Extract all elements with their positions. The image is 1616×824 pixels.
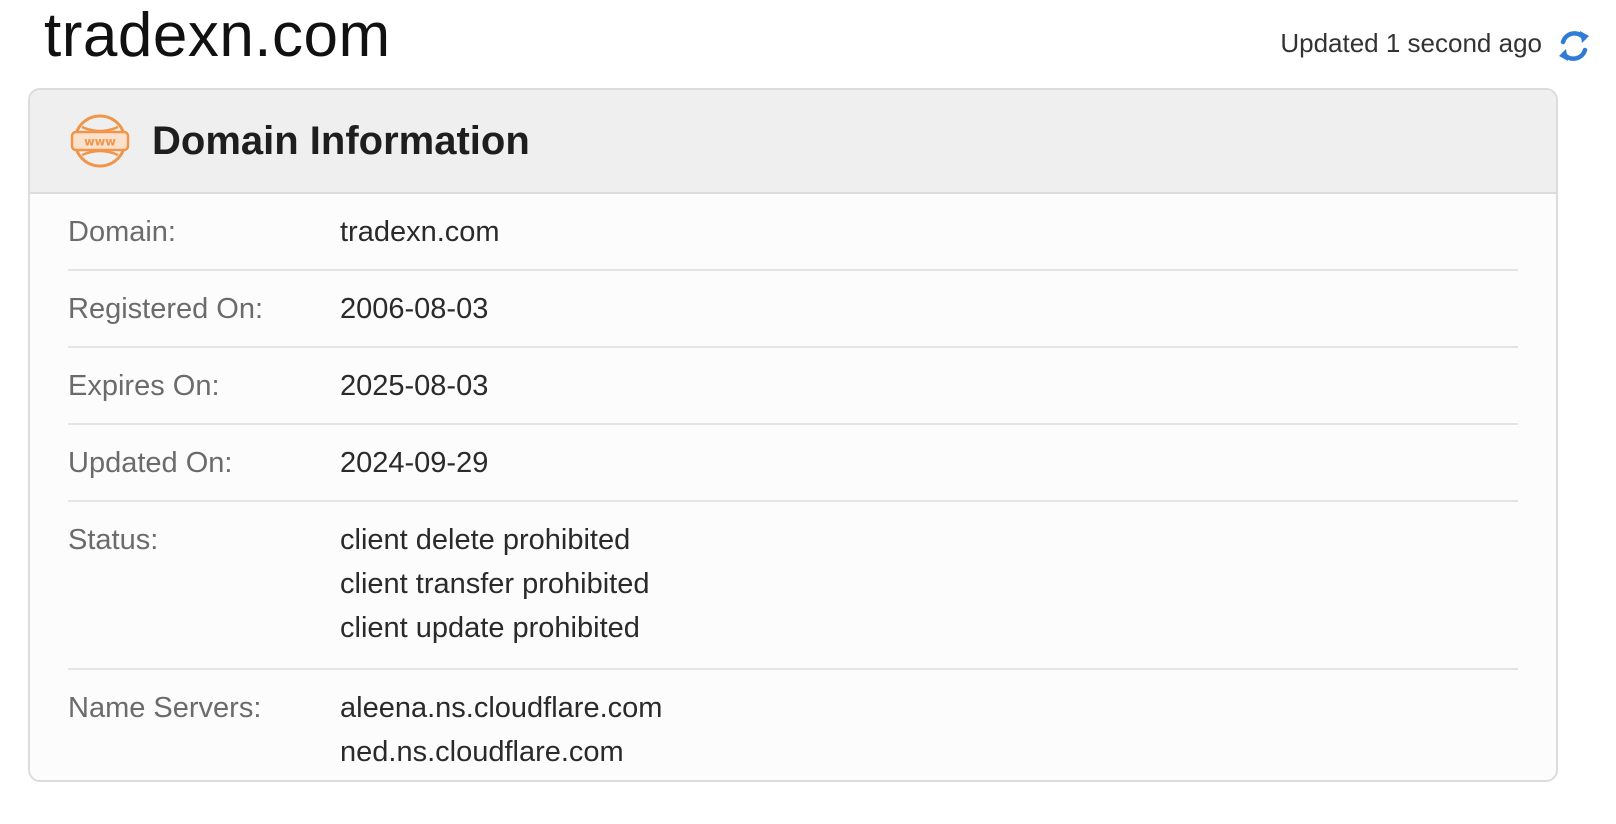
status-values: client delete prohibited client transfer… <box>340 518 650 650</box>
updated-on-row: Updated On: 2024-09-29 <box>68 425 1518 502</box>
domain-value: tradexn.com <box>340 216 500 248</box>
updated-status: Updated 1 second ago <box>1280 28 1542 58</box>
name-servers-row: Name Servers: aleena.ns.cloudflare.com n… <box>68 670 1518 780</box>
registered-on-row: Registered On: 2006-08-03 <box>68 271 1518 348</box>
www-globe-icon: www <box>70 113 130 169</box>
domain-row: Domain: tradexn.com <box>68 194 1518 271</box>
status-value: client delete prohibited <box>340 524 631 556</box>
page-title: tradexn.com <box>44 1 391 70</box>
updated-on-value: 2024-09-29 <box>340 447 489 479</box>
expires-on-value: 2025-08-03 <box>340 370 489 402</box>
expires-on-label: Expires On: <box>68 370 220 402</box>
status-value: client update prohibited <box>340 612 640 644</box>
updated-on-label: Updated On: <box>68 447 233 479</box>
refresh-icon[interactable] <box>1556 26 1592 66</box>
name-servers-label: Name Servers: <box>68 692 262 724</box>
registered-on-label: Registered On: <box>68 293 264 325</box>
card-header: www Domain Information <box>30 90 1556 194</box>
name-server-value: ned.ns.cloudflare.com <box>340 736 624 768</box>
status-value: client transfer prohibited <box>340 568 650 600</box>
status-row: Status: client delete prohibited client … <box>68 502 1518 670</box>
svg-text:www: www <box>84 135 116 149</box>
name-server-value: aleena.ns.cloudflare.com <box>340 692 663 724</box>
status-label: Status: <box>68 524 159 556</box>
name-server-values: aleena.ns.cloudflare.com ned.ns.cloudfla… <box>340 686 662 774</box>
page: tradexn.com Updated 1 second ago www Dom… <box>0 0 1616 824</box>
registered-on-value: 2006-08-03 <box>340 293 489 325</box>
domain-label: Domain: <box>68 216 176 248</box>
domain-info-table: Domain: tradexn.com Registered On: 2006-… <box>30 194 1556 780</box>
domain-info-card: www Domain Information Domain: tradexn.c… <box>28 88 1558 782</box>
expires-on-row: Expires On: 2025-08-03 <box>68 348 1518 425</box>
card-title: Domain Information <box>152 118 530 163</box>
